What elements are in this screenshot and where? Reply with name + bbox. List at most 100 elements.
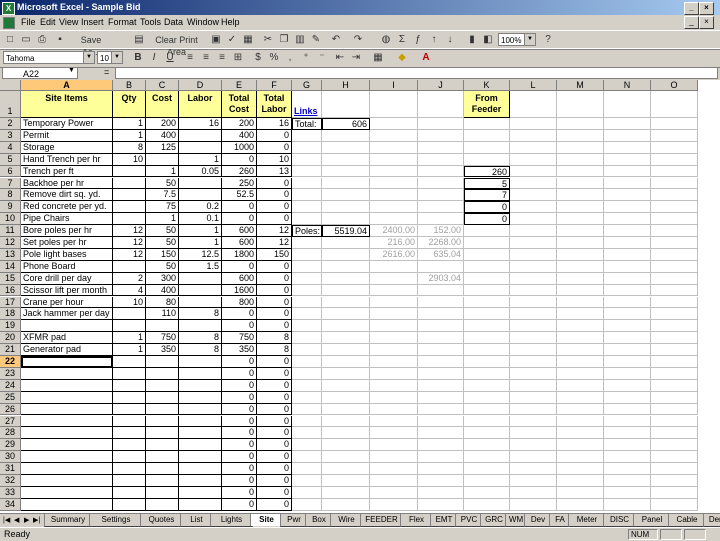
cell[interactable] (604, 451, 651, 464)
value-cell[interactable]: 1 (113, 344, 146, 356)
value-cell[interactable]: 110 (146, 308, 179, 321)
cell[interactable] (322, 296, 370, 309)
item-name-cell[interactable] (21, 379, 113, 392)
poles-label[interactable]: Poles: (292, 225, 322, 237)
cell[interactable] (557, 201, 604, 214)
cell[interactable] (557, 296, 604, 309)
cell[interactable] (604, 439, 651, 452)
value-cell[interactable]: 16 (179, 118, 222, 130)
cell[interactable] (418, 391, 464, 404)
cell[interactable] (510, 118, 557, 130)
row-header[interactable]: 18 (0, 308, 21, 321)
decrease-indent-icon[interactable]: ⇤ (334, 52, 346, 64)
value-cell[interactable]: 1000 (222, 141, 257, 154)
cell[interactable] (370, 356, 418, 368)
percent-icon[interactable]: % (268, 52, 280, 64)
row-header[interactable]: 5 (0, 153, 21, 166)
row-header[interactable]: 33 (0, 486, 21, 499)
value-cell[interactable]: 0 (222, 213, 257, 226)
value-cell[interactable]: 1 (113, 129, 146, 142)
cut-icon[interactable]: ✂ (262, 34, 274, 46)
cell[interactable] (322, 260, 370, 273)
cell[interactable] (510, 129, 557, 142)
cell[interactable] (604, 129, 651, 142)
cell[interactable] (418, 91, 464, 118)
value-cell[interactable]: 0 (257, 320, 292, 333)
sheet-tab[interactable]: Lights (210, 514, 253, 527)
value-cell[interactable] (113, 165, 146, 178)
cell[interactable] (557, 165, 604, 178)
header-labor[interactable]: Labor (179, 91, 222, 118)
value-cell[interactable]: 1 (146, 165, 179, 178)
value-cell[interactable] (113, 391, 146, 404)
value-cell[interactable]: 16 (257, 118, 292, 130)
column-header[interactable]: A (21, 80, 113, 91)
value-cell[interactable]: 0 (222, 260, 257, 273)
value-cell[interactable] (113, 189, 146, 202)
value-cell[interactable]: 10 (257, 153, 292, 166)
value-cell[interactable]: 0 (257, 475, 292, 487)
cell[interactable] (418, 356, 464, 368)
value-cell[interactable]: 150 (257, 248, 292, 261)
value-cell[interactable] (146, 153, 179, 166)
cell[interactable] (604, 379, 651, 392)
value-cell[interactable]: 1 (179, 153, 222, 166)
cell[interactable] (604, 367, 651, 380)
cell[interactable] (418, 320, 464, 333)
sheet-tab[interactable]: Demo (703, 514, 720, 527)
autosum-icon[interactable]: Σ (396, 34, 408, 46)
italic-icon[interactable]: I (148, 52, 160, 64)
row-header[interactable]: 16 (0, 284, 21, 297)
sheet-tab[interactable]: List (180, 514, 213, 527)
align-center-icon[interactable]: ≡ (200, 52, 212, 64)
cell[interactable] (370, 367, 418, 380)
cell[interactable] (322, 463, 370, 475)
cell[interactable] (464, 486, 510, 499)
excel-app-icon[interactable]: X (2, 2, 15, 15)
cell[interactable] (292, 213, 322, 226)
sheet-tab[interactable]: Flex (400, 514, 433, 527)
column-header[interactable]: B (113, 80, 146, 91)
font-select[interactable]: Tahoma ▼ (3, 51, 95, 64)
cell[interactable] (557, 463, 604, 475)
column-header[interactable]: K (464, 80, 510, 91)
value-cell[interactable]: 0 (257, 486, 292, 499)
value-cell[interactable]: 0 (257, 189, 292, 202)
comma-style-icon[interactable]: , (284, 52, 296, 64)
cell[interactable] (510, 356, 557, 368)
value-cell[interactable]: 400 (146, 129, 179, 142)
close-button[interactable]: × (699, 2, 714, 15)
value-cell[interactable] (146, 486, 179, 499)
new-icon[interactable]: □ (4, 34, 16, 46)
cell[interactable] (322, 379, 370, 392)
cell[interactable] (370, 415, 418, 428)
cell[interactable] (651, 486, 698, 499)
row-header[interactable]: 2 (0, 118, 21, 130)
value-cell[interactable] (146, 475, 179, 487)
menu-file[interactable]: File (21, 17, 36, 27)
align-right-icon[interactable]: ≡ (216, 52, 228, 64)
value-cell[interactable] (179, 141, 222, 154)
cell[interactable] (604, 177, 651, 190)
decrease-decimal-icon[interactable]: ⁻ (316, 52, 328, 64)
value-cell[interactable] (179, 189, 222, 202)
sheet-tab[interactable]: Dev (524, 514, 552, 527)
value-cell[interactable]: 0 (257, 177, 292, 190)
cell[interactable] (651, 177, 698, 190)
sort-ascending-icon[interactable]: ↑ (428, 34, 440, 46)
cell[interactable] (292, 332, 322, 345)
cell[interactable] (557, 177, 604, 190)
cell[interactable] (370, 260, 418, 273)
active-cell[interactable] (21, 356, 113, 368)
cell[interactable] (370, 165, 418, 178)
fill-color-icon[interactable]: ◆ (396, 52, 408, 64)
zoom-select[interactable]: 100% ▼ (498, 33, 536, 46)
cell[interactable] (464, 463, 510, 475)
value-cell[interactable] (146, 427, 179, 440)
cell[interactable] (464, 260, 510, 273)
cell[interactable] (604, 153, 651, 166)
row-header[interactable]: 20 (0, 332, 21, 345)
value-cell[interactable]: 600 (222, 225, 257, 237)
cell[interactable] (292, 272, 322, 285)
chevron-down-icon[interactable]: ▼ (68, 67, 75, 74)
